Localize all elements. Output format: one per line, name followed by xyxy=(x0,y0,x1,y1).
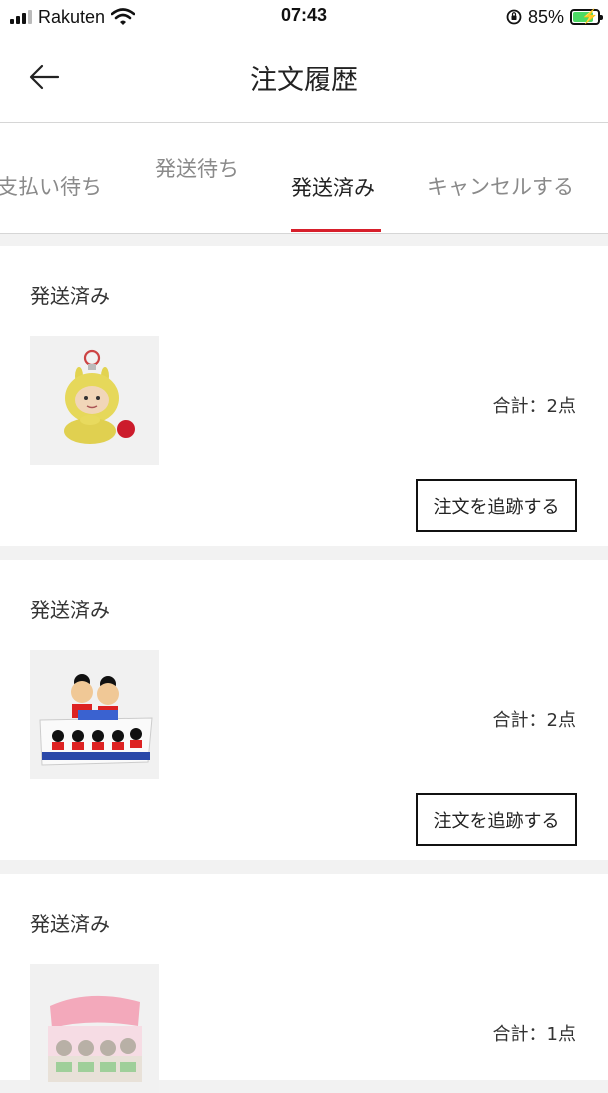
product-thumbnail[interactable] xyxy=(30,336,159,465)
tab-shipped[interactable]: 発送済み xyxy=(291,172,375,202)
order-total: 合計：1点 xyxy=(492,1024,576,1045)
order-total: 合計：2点 xyxy=(492,396,576,417)
active-tab-indicator xyxy=(291,229,381,232)
tab-cancel[interactable]: キャンセルする xyxy=(427,171,574,201)
app-header: 注文履歴 xyxy=(0,34,608,123)
order-status-tabs: 支払い待ち 発送待ち 発送済み キャンセルする xyxy=(0,123,608,234)
order-total: 合計：2点 xyxy=(492,710,576,731)
product-thumbnail[interactable] xyxy=(30,650,159,779)
order-status: 発送済み xyxy=(30,284,110,308)
order-card[interactable]: 発送済み 合計：2点 注文を追跡する xyxy=(0,246,608,546)
yellow-plush-keychain-image xyxy=(64,349,135,444)
order-status: 発送済み xyxy=(30,598,110,622)
status-right: 85% ⚡ xyxy=(506,5,603,29)
tab-awaiting-payment[interactable]: 支払い待ち xyxy=(0,171,102,201)
order-status: 発送済み xyxy=(30,912,110,936)
orientation-lock-icon xyxy=(506,9,522,25)
track-order-button[interactable]: 注文を追跡する xyxy=(416,793,577,846)
mickey-minnie-blind-box-image xyxy=(39,674,153,766)
charging-bolt-icon: ⚡ xyxy=(581,8,599,24)
order-card[interactable]: 発送済み 合計：2点 注文を追跡する xyxy=(0,560,608,860)
tab-awaiting-shipment[interactable]: 発送待ち xyxy=(155,153,239,183)
track-order-button[interactable]: 注文を追跡する xyxy=(416,479,577,532)
order-card[interactable]: 発送済み 合計：1点 xyxy=(0,874,608,1093)
page-title: 注文履歴 xyxy=(250,65,358,96)
battery-percent: 85% xyxy=(527,6,564,27)
status-bar: Rakuten 07:43 85% ⚡ xyxy=(0,0,608,34)
product-thumbnail[interactable] xyxy=(30,964,159,1093)
pink-character-blind-box-image xyxy=(48,995,142,1082)
battery-icon: ⚡ xyxy=(570,8,603,25)
